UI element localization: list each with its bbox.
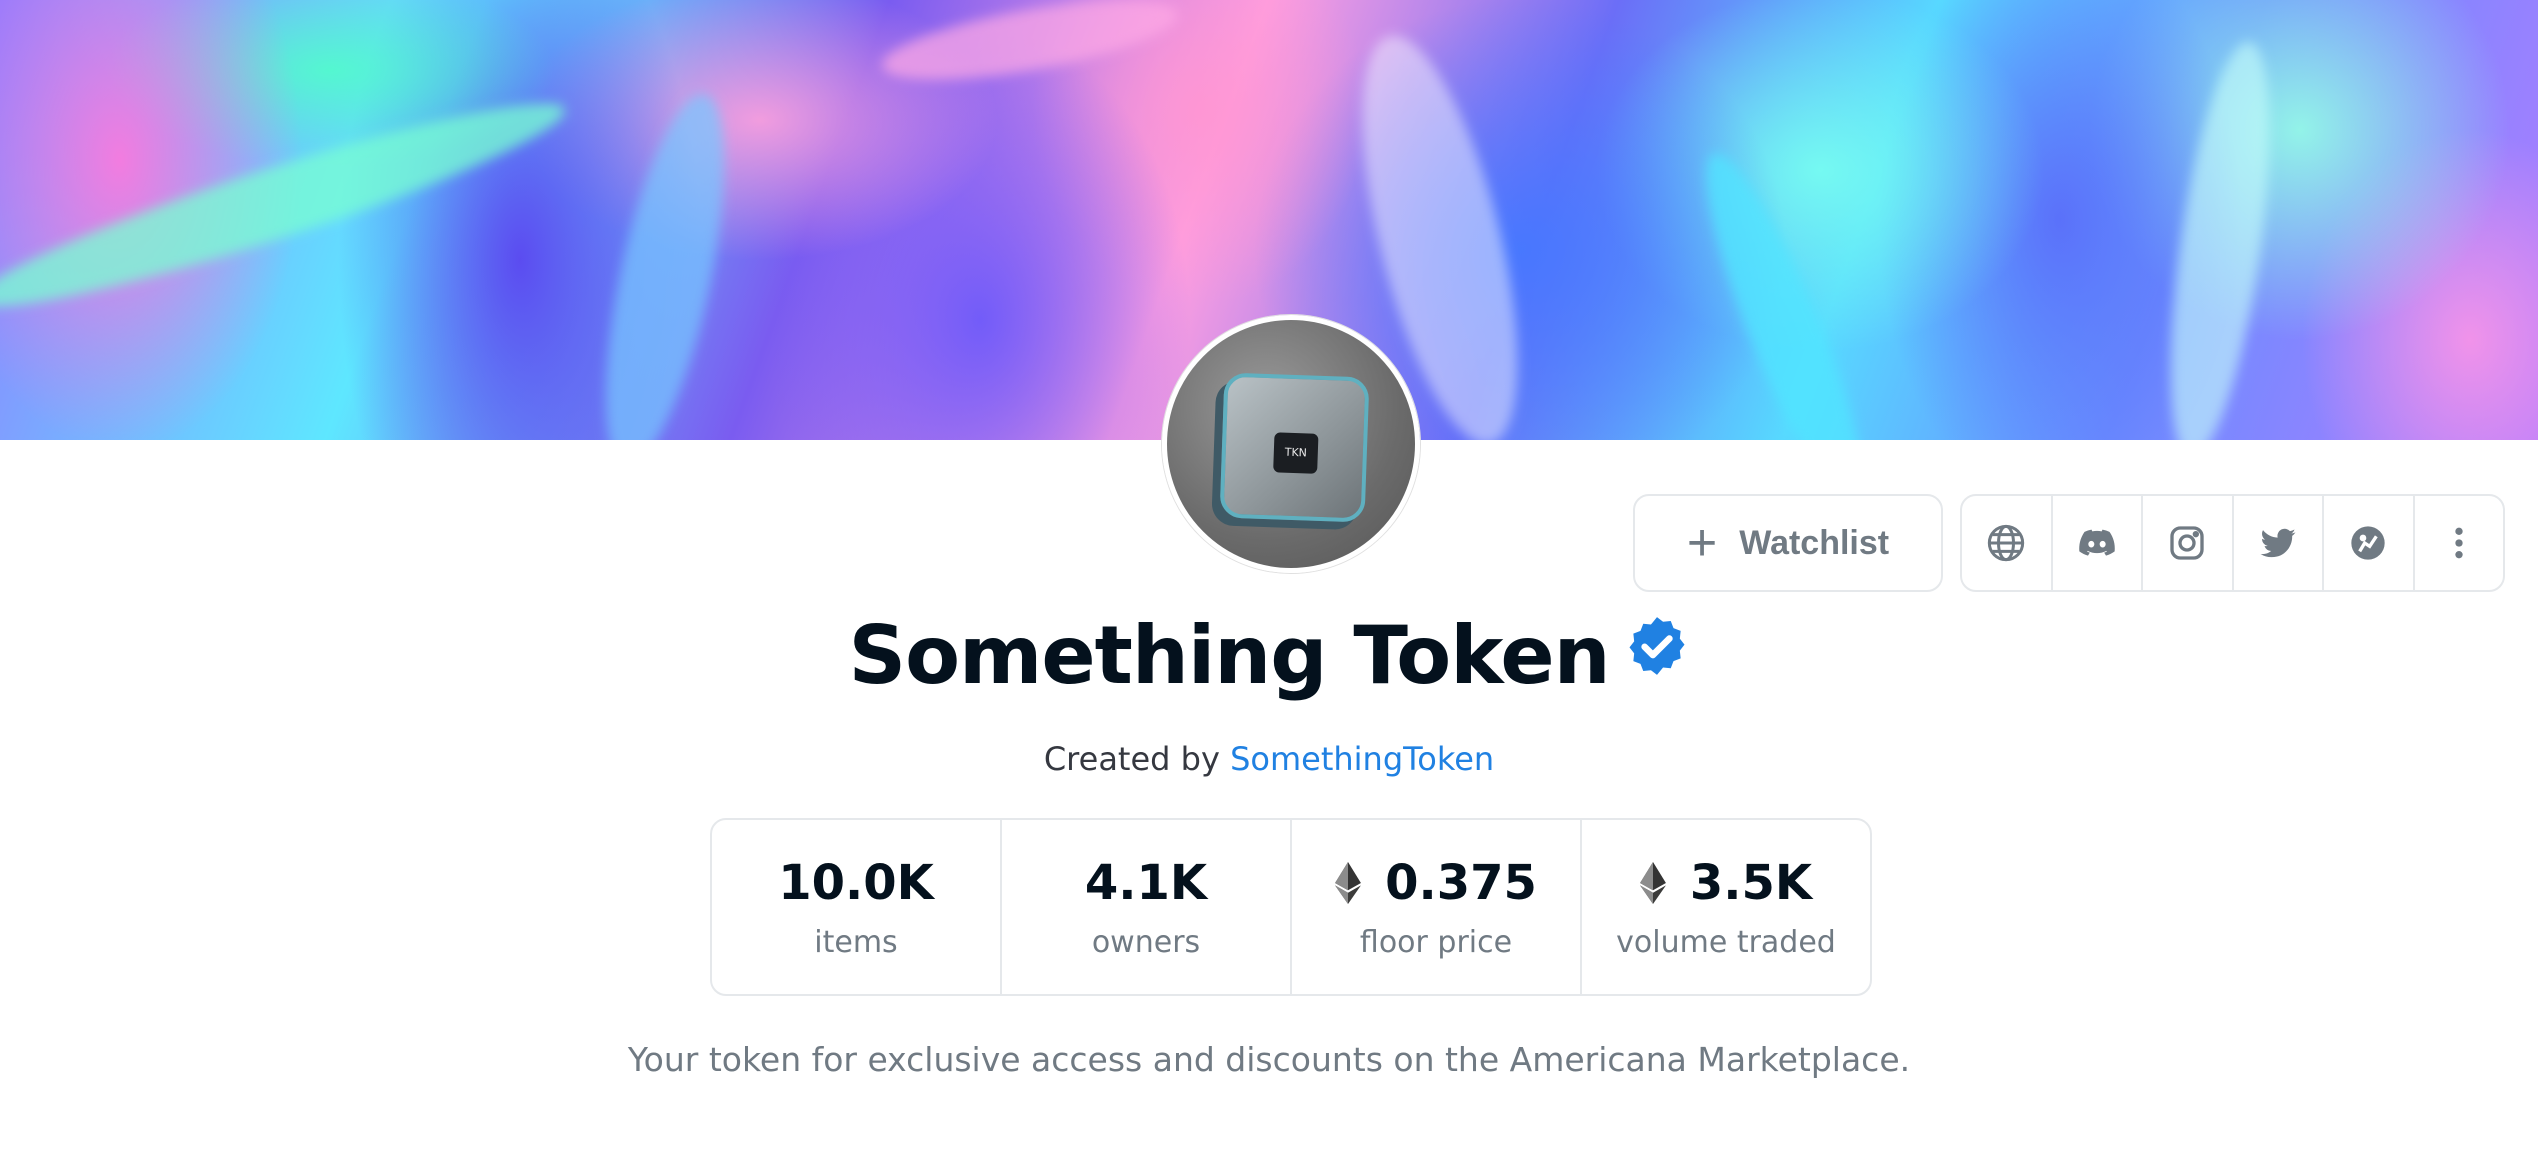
created-by: Created by SomethingToken (0, 740, 2538, 778)
stat-value: 10.0K (778, 854, 934, 911)
coingecko-icon (2351, 526, 2385, 560)
collection-description: Your token for exclusive access and disc… (627, 1040, 1911, 1079)
ethereum-icon (1335, 861, 1362, 904)
collection-avatar: TKN (1162, 315, 1420, 573)
verified-badge-icon (1629, 617, 1685, 675)
globe-icon (1988, 524, 2025, 562)
instagram-button[interactable] (2143, 496, 2234, 590)
twitter-icon (2260, 528, 2296, 558)
collection-title-row: Something Token (0, 600, 2538, 710)
stat-value: 4.1K (1084, 854, 1208, 911)
stat-floor-price[interactable]: 0.375 floor price (1292, 820, 1582, 994)
creator-link[interactable]: SomethingToken (1230, 740, 1494, 778)
stat-value: 0.375 (1385, 854, 1537, 911)
stat-label: volume traded (1616, 924, 1836, 960)
watchlist-label: Watchlist (1739, 523, 1890, 562)
coingecko-button[interactable] (2324, 496, 2415, 590)
twitter-button[interactable] (2234, 496, 2324, 590)
social-links-group (1960, 494, 2505, 592)
plus-icon: + (1686, 514, 1718, 572)
instagram-icon (2170, 526, 2204, 560)
stat-label: items (814, 924, 898, 960)
more-options-button[interactable] (2415, 496, 2504, 590)
created-by-label: Created by (1043, 740, 1220, 778)
stat-value: 3.5K (1689, 854, 1813, 911)
collection-name: Something Token (848, 608, 1610, 702)
token-image: TKN (1219, 372, 1370, 523)
watchlist-button[interactable]: + Watchlist (1633, 494, 1943, 592)
token-chip: TKN (1273, 432, 1319, 474)
collection-stats: 10.0K items 4.1K owners 0.375 floor pric… (710, 818, 1872, 996)
stat-label: owners (1091, 924, 1201, 960)
ethereum-icon (1639, 861, 1666, 904)
stat-volume-traded[interactable]: 3.5K volume traded (1582, 820, 1870, 994)
more-vertical-icon (2455, 527, 2463, 559)
discord-button[interactable] (2053, 496, 2143, 590)
stat-owners[interactable]: 4.1K owners (1002, 820, 1292, 994)
stat-items[interactable]: 10.0K items (712, 820, 1002, 994)
collection-page: TKN + Watchlist Something Token Created … (0, 0, 2538, 1158)
discord-icon (2078, 529, 2115, 556)
stat-label: floor price (1359, 924, 1513, 960)
website-button[interactable] (1962, 496, 2053, 590)
